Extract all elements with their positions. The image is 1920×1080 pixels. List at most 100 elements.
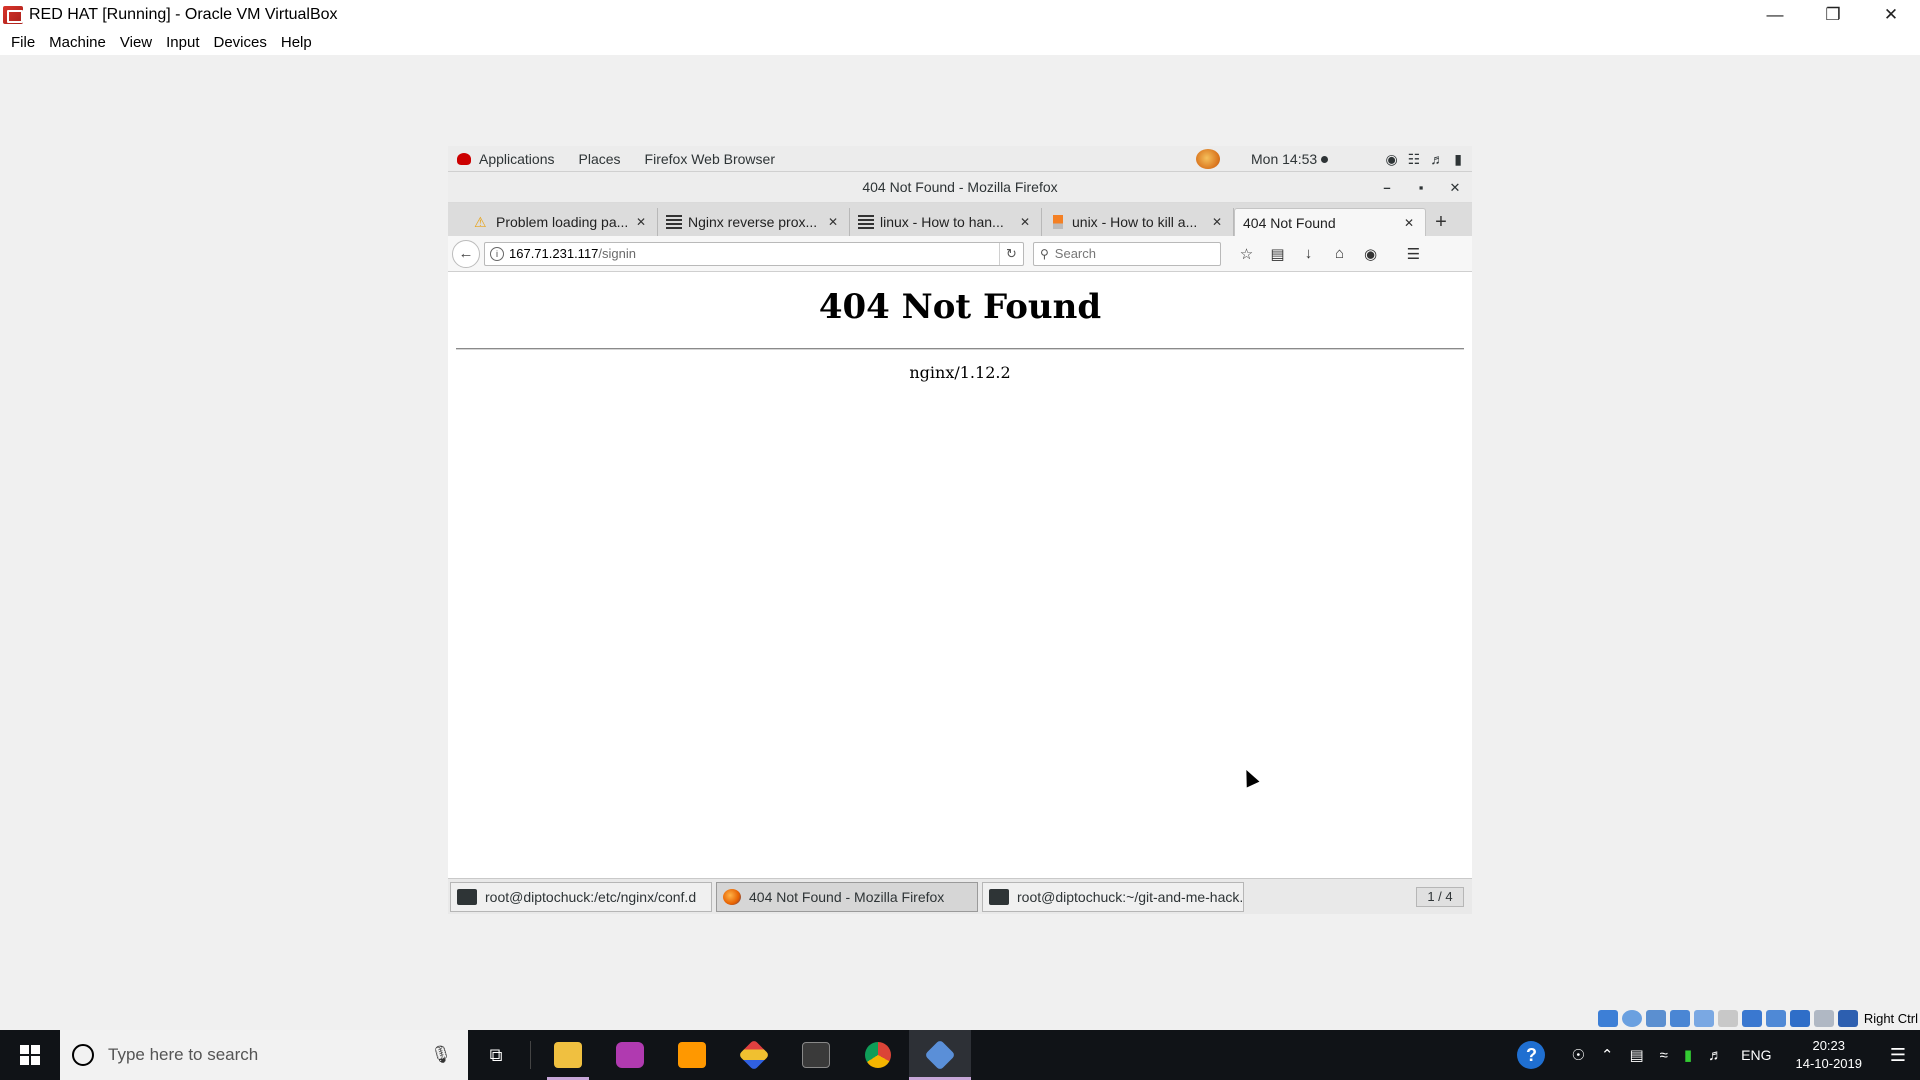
- tab-label: linux - How to han...: [880, 214, 1004, 230]
- virtualbox-window-controls: — ❐ ✕: [1746, 0, 1920, 29]
- task-view-button[interactable]: ⧉: [468, 1030, 524, 1080]
- applications-menu[interactable]: Applications: [479, 151, 555, 167]
- user-avatar-icon[interactable]: [1196, 149, 1220, 169]
- search-icon: ⚲: [1040, 246, 1049, 261]
- tab-nginx-reverse-proxy[interactable]: Nginx reverse prox... ✕: [658, 208, 850, 236]
- taskbar-clock[interactable]: 20:23 14-10-2019: [1796, 1037, 1863, 1073]
- keyboard-capture-icon[interactable]: [1837, 1009, 1858, 1027]
- tab-close-icon[interactable]: ✕: [1401, 216, 1417, 230]
- hamburger-menu-icon[interactable]: ☰: [1398, 245, 1429, 263]
- tab-close-icon[interactable]: ✕: [633, 215, 649, 229]
- firefox-maximize-button[interactable]: ▪: [1404, 180, 1438, 195]
- optical-drive-icon[interactable]: [1621, 1009, 1642, 1027]
- bookmark-star-icon[interactable]: ☆: [1231, 245, 1262, 263]
- language-indicator[interactable]: ENG: [1741, 1047, 1771, 1063]
- network-icon[interactable]: ☷: [1408, 151, 1421, 168]
- virtualbox-app-icon: [3, 5, 23, 24]
- taskbar-terminal[interactable]: [785, 1030, 847, 1080]
- volume-icon[interactable]: ♬: [1430, 151, 1444, 168]
- search-box[interactable]: ⚲ Search: [1033, 241, 1221, 266]
- new-tab-button[interactable]: +: [1426, 208, 1456, 236]
- action-center-icon[interactable]: ☰: [1876, 1030, 1920, 1080]
- usb-icon[interactable]: [1693, 1009, 1714, 1027]
- close-button[interactable]: ✕: [1862, 0, 1920, 29]
- workspace-pager[interactable]: 1 / 4: [1416, 887, 1464, 907]
- chevron-up-icon[interactable]: ⌃: [1601, 1046, 1614, 1064]
- firefox-window-controls: – ▪ ✕: [1370, 172, 1472, 203]
- network-adapter-icon[interactable]: [1669, 1009, 1690, 1027]
- menu-view[interactable]: View: [113, 34, 159, 51]
- hard-disk-icon[interactable]: [1597, 1009, 1618, 1027]
- microphone-icon[interactable]: 🎙: [426, 1040, 456, 1070]
- tab-close-icon[interactable]: ✕: [825, 215, 841, 229]
- menu-machine[interactable]: Machine: [42, 34, 113, 51]
- tray-network-status-icon[interactable]: ▤: [1629, 1046, 1643, 1064]
- reload-button[interactable]: ↻: [999, 242, 1023, 265]
- mouse-integration-icon[interactable]: [1813, 1009, 1834, 1027]
- tab-close-icon[interactable]: ✕: [1209, 215, 1225, 229]
- wifi-icon[interactable]: ≈: [1660, 1047, 1668, 1064]
- active-app-menu[interactable]: Firefox Web Browser: [645, 151, 775, 167]
- back-button[interactable]: ←: [452, 239, 480, 268]
- terminal-icon: [989, 888, 1009, 905]
- people-icon[interactable]: ☉: [1571, 1046, 1584, 1064]
- reading-list-icon[interactable]: ▤: [1262, 245, 1293, 263]
- window-list-item-terminal-git[interactable]: root@diptochuck:~/git-and-me-hack...: [982, 881, 1244, 912]
- help-icon[interactable]: ?: [1517, 1041, 1546, 1069]
- battery-charging-icon[interactable]: ▮: [1684, 1046, 1692, 1064]
- firefox-titlebar: 404 Not Found - Mozilla Firefox – ▪ ✕: [448, 172, 1472, 203]
- navigation-toolbar: ← i 167.71.231.117/signin ↻ ⚲ Search ☆ ▤…: [448, 236, 1472, 272]
- accessibility-icon[interactable]: ◉: [1386, 151, 1398, 168]
- firefox-minimize-button[interactable]: –: [1370, 180, 1404, 195]
- tab-problem-loading[interactable]: ⚠ Problem loading pa... ✕: [466, 208, 658, 236]
- tab-404-not-found[interactable]: 404 Not Found ✕: [1234, 208, 1426, 236]
- firefox-close-button[interactable]: ✕: [1438, 180, 1472, 196]
- taskbar-sublime-text[interactable]: [661, 1030, 723, 1080]
- taskbar-search-box[interactable]: Type here to search 🎙: [60, 1030, 468, 1080]
- places-menu[interactable]: Places: [579, 151, 621, 167]
- display-icon[interactable]: [1741, 1009, 1762, 1027]
- audio-icon[interactable]: [1645, 1009, 1666, 1027]
- home-icon[interactable]: ⌂: [1324, 245, 1355, 262]
- minimize-button[interactable]: —: [1746, 0, 1804, 29]
- taskbar-git-app[interactable]: [723, 1030, 785, 1080]
- menu-help[interactable]: Help: [274, 34, 319, 51]
- taskbar-search-placeholder: Type here to search: [108, 1045, 259, 1064]
- shared-folders-icon[interactable]: [1717, 1009, 1738, 1027]
- menu-devices[interactable]: Devices: [207, 34, 274, 51]
- battery-icon[interactable]: ▮: [1454, 151, 1462, 168]
- git-app-icon: [738, 1039, 770, 1071]
- restore-button[interactable]: ❐: [1804, 0, 1862, 29]
- warning-icon: ⚠: [474, 214, 487, 230]
- tab-linux-how-to[interactable]: linux - How to han... ✕: [850, 208, 1042, 236]
- whatsapp-icon: [616, 1042, 644, 1068]
- tab-unix-how-to-kill[interactable]: unix - How to kill a... ✕: [1042, 208, 1234, 236]
- gnome-system-tray[interactable]: ◉ ☷ ♬ ▮: [1386, 151, 1463, 168]
- gnome-clock[interactable]: Mon 14:53: [1251, 151, 1329, 167]
- windows-taskbar: Type here to search 🎙 ⧉ ? ☉ ⌃ ▤ ≈ ▮ ♬ EN…: [0, 1030, 1920, 1080]
- downloads-icon[interactable]: ↓: [1293, 245, 1324, 262]
- taskbar-virtualbox[interactable]: [909, 1030, 971, 1080]
- taskbar-file-explorer[interactable]: [537, 1030, 599, 1080]
- menu-file[interactable]: File: [4, 34, 42, 51]
- cpu-icon[interactable]: [1789, 1009, 1810, 1027]
- window-list-item-firefox[interactable]: 404 Not Found - Mozilla Firefox: [716, 881, 978, 912]
- guest-vm-screen[interactable]: Applications Places Firefox Web Browser …: [448, 146, 1472, 914]
- url-path: /signin: [598, 246, 636, 261]
- tab-close-icon[interactable]: ✕: [1017, 215, 1033, 229]
- speaker-icon[interactable]: ♬: [1708, 1047, 1723, 1064]
- start-button[interactable]: [0, 1030, 60, 1080]
- menu-input[interactable]: Input: [159, 34, 206, 51]
- taskbar-whatsapp[interactable]: [599, 1030, 661, 1080]
- tab-label: unix - How to kill a...: [1072, 214, 1198, 230]
- horizontal-rule: [456, 348, 1464, 350]
- gnome-top-bar: Applications Places Firefox Web Browser …: [448, 146, 1472, 172]
- video-capture-icon[interactable]: [1765, 1009, 1786, 1027]
- window-list-item-terminal-nginx[interactable]: root@diptochuck:/etc/nginx/conf.d: [450, 881, 712, 912]
- gnome-window-list: root@diptochuck:/etc/nginx/conf.d 404 No…: [448, 878, 1472, 914]
- site-info-icon[interactable]: i: [490, 246, 504, 261]
- taskbar-chrome[interactable]: [847, 1030, 909, 1080]
- url-bar[interactable]: i 167.71.231.117/signin ↻: [484, 241, 1024, 266]
- terminal-icon: [457, 888, 477, 905]
- pocket-icon[interactable]: ◉: [1355, 245, 1386, 263]
